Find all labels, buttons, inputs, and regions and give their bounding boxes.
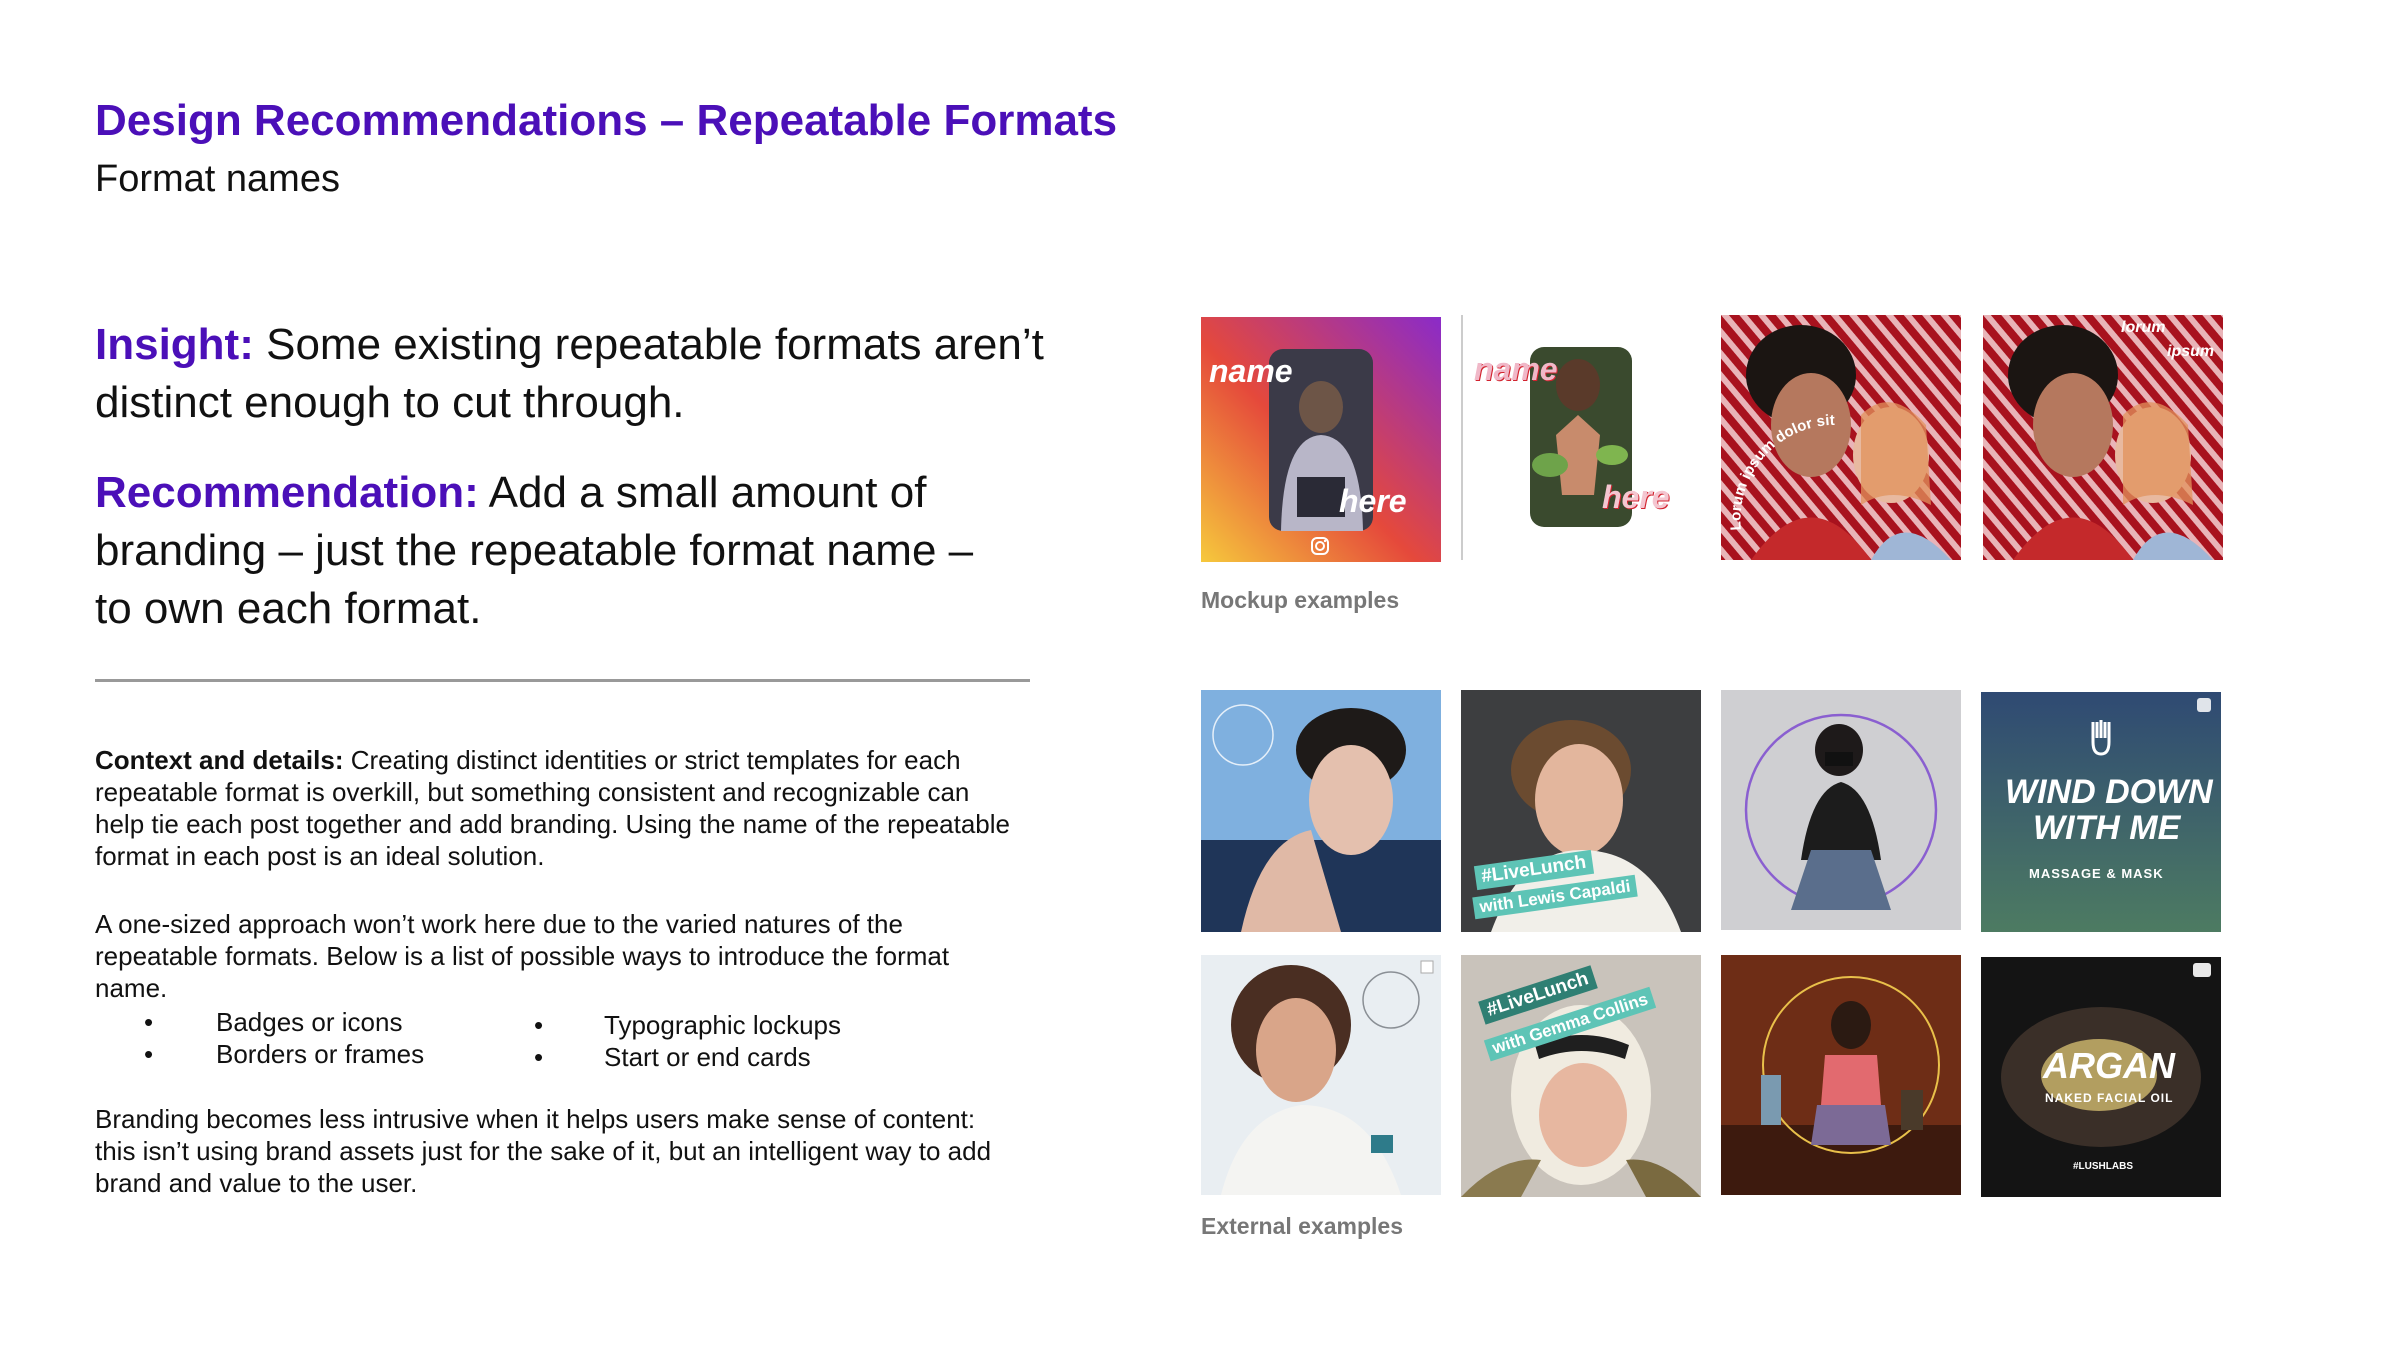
mockup-caption: Mockup examples xyxy=(1201,587,1400,613)
mockup-tile-stripes-text: lorum ipsum xyxy=(1983,315,2223,560)
context-p1-line: Creating distinct identities or strict t… xyxy=(350,745,961,775)
context-paragraph-1: Context and details: Creating distinct i… xyxy=(95,744,1055,872)
page-subtitle: Format names xyxy=(95,158,340,200)
bullet-icon: • xyxy=(534,1010,544,1040)
bullet-icon: • xyxy=(144,1007,154,1037)
insight-text-1: Some existing repeatable formats aren’t xyxy=(266,320,1044,369)
context-p2-line: A one-sized approach won’t work here due… xyxy=(95,909,903,939)
instagram-icon xyxy=(1311,537,1329,555)
external-tile-youtube-white xyxy=(1201,955,1441,1195)
bullet-text: Borders or frames xyxy=(216,1039,425,1069)
context-paragraph-3: Branding becomes less intrusive when it … xyxy=(95,1103,1055,1199)
wind-down-title-1: WIND DOWN xyxy=(2005,773,2213,811)
bullet-text: Typographic lockups xyxy=(604,1010,842,1040)
context-paragraph-2: A one-sized approach won’t work here due… xyxy=(95,908,1055,1004)
context-p3-line: Branding becomes less intrusive when it … xyxy=(95,1104,976,1134)
external-tile-youtube-blue xyxy=(1201,690,1441,932)
external-tile-wind-down: WIND DOWN WITH ME MASSAGE & MASK xyxy=(1981,692,2221,932)
wind-down-title-2: WITH ME xyxy=(2033,809,2181,847)
mockup-tile-gradient: name here xyxy=(1201,317,1441,562)
context-p2-line: repeatable formats. Below is a list of p… xyxy=(95,941,950,971)
external-caption: External examples xyxy=(1201,1213,1404,1239)
recommendation-block: Recommendation: Add a small amount of br… xyxy=(95,464,1055,638)
context-label: Context and details: xyxy=(95,745,344,775)
bullet-icon: • xyxy=(534,1042,544,1072)
argan-hashtag: #LUSHLABS xyxy=(2073,1161,2134,1172)
mockup-tile-white: name here xyxy=(1460,315,1700,560)
recommendation-label: Recommendation: xyxy=(95,468,479,517)
context-p1-line: help tie each post together and add bran… xyxy=(95,809,1010,839)
context-p1-line: repeatable format is overkill, but somet… xyxy=(95,777,970,807)
mockup-lorum-label: lorum xyxy=(2121,319,2166,336)
insight-label: Insight: xyxy=(95,320,254,369)
insight-text-2: distinct enough to cut through. xyxy=(95,378,685,427)
context-p3-line: this isn’t using brand assets just for t… xyxy=(95,1136,992,1166)
bullet-text: Badges or icons xyxy=(216,1007,403,1037)
context-p3-line: brand and value to the user. xyxy=(95,1168,418,1198)
external-tile-circle-frame xyxy=(1721,690,1961,930)
bullet-icon: • xyxy=(144,1039,154,1069)
insight-block: Insight: Some existing repeatable format… xyxy=(95,316,1055,432)
mockup-here-label: here xyxy=(1339,483,1407,519)
external-tile-live-lunch-2: #LiveLunch with Gemma Collins xyxy=(1461,955,1701,1197)
bullet-text: Start or end cards xyxy=(604,1042,811,1072)
page-title: Design Recommendations – Repeatable Form… xyxy=(95,96,1118,145)
external-tile-argan: ARGAN NAKED FACIAL OIL #LUSHLABS xyxy=(1981,957,2221,1197)
recommendation-text-2: branding – just the repeatable format na… xyxy=(95,526,974,575)
mockup-ipsum-label: ipsum xyxy=(2167,343,2215,360)
section-divider xyxy=(95,679,1030,682)
external-tile-live-lunch-1: #LiveLunch with Lewis Capaldi xyxy=(1461,690,1701,932)
context-p1-line: format in each post is an ideal solution… xyxy=(95,841,545,871)
mockup-tile-stripes-arc: Lorum ipsum dolor sit amet xyxy=(1721,315,1961,560)
recommendation-text-1: Add a small amount of xyxy=(488,468,927,517)
context-p2-line: name. xyxy=(95,973,168,1003)
argan-subtitle: NAKED FACIAL OIL xyxy=(2045,1091,2174,1105)
mockup-name-label: name xyxy=(1474,351,1558,387)
mockup-here-label: here xyxy=(1602,479,1670,515)
recommendation-text-3: to own each format. xyxy=(95,584,482,633)
external-tile-gold-circle xyxy=(1721,955,1961,1195)
mockup-name-label: name xyxy=(1209,353,1293,389)
argan-title: ARGAN xyxy=(2043,1045,2175,1086)
wind-down-subtitle: MASSAGE & MASK xyxy=(2029,866,2164,881)
